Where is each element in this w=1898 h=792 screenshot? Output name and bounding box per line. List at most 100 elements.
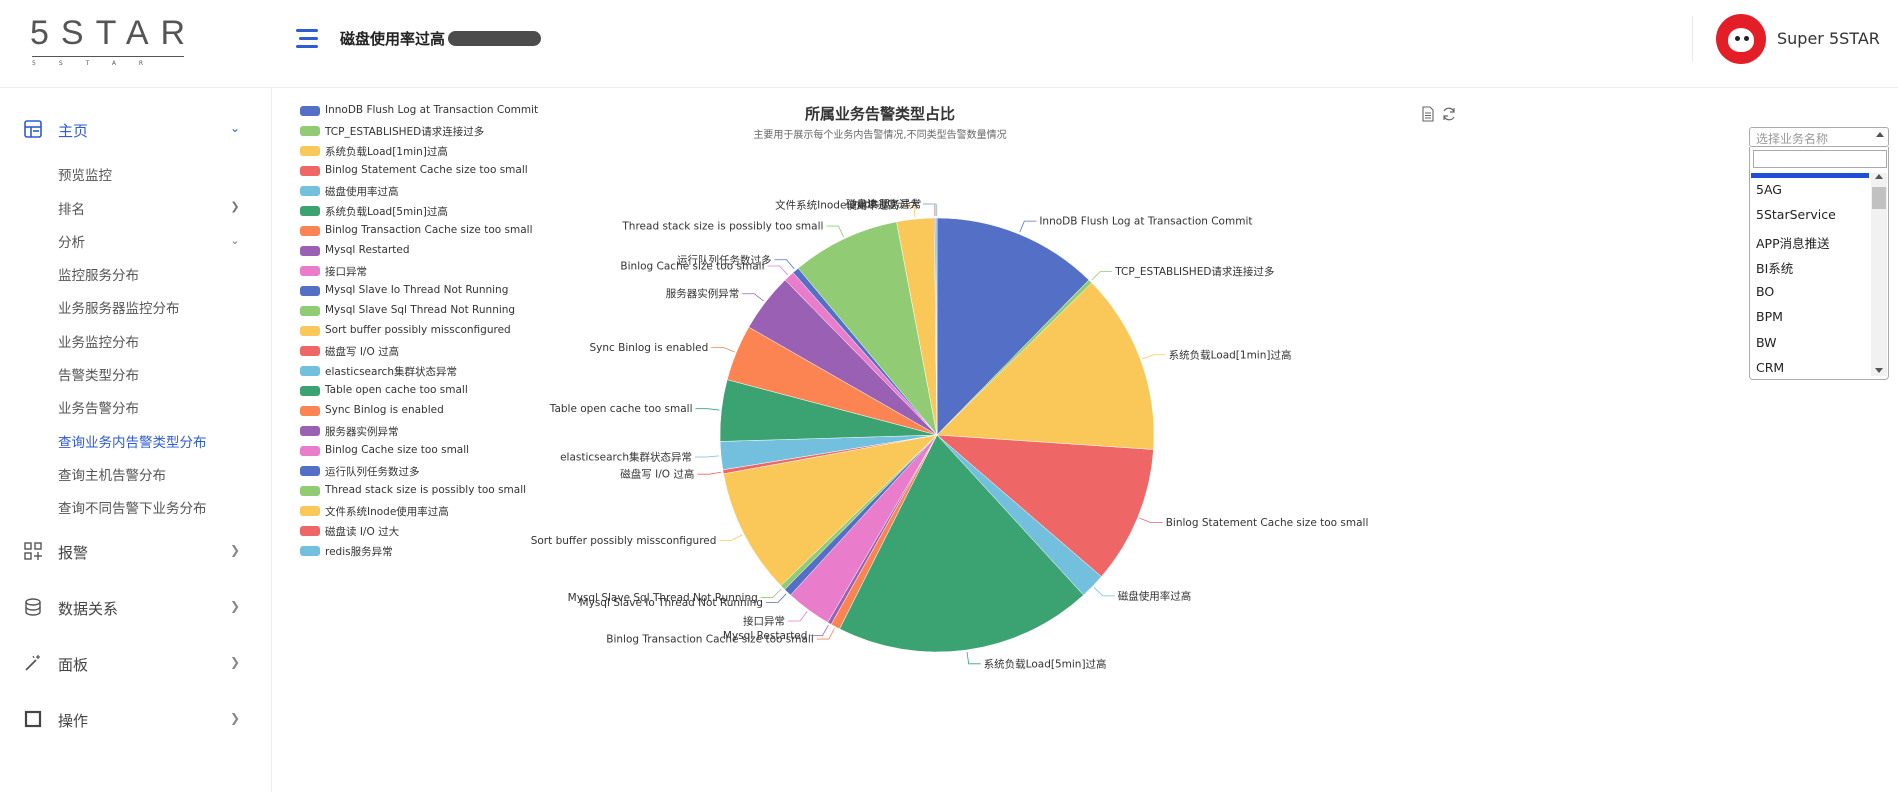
- logo[interactable]: 5STAR 5STAR: [30, 14, 190, 68]
- slice-label: Table open cache too small: [549, 403, 693, 415]
- legend-swatch: [300, 506, 320, 516]
- scroll-down-icon[interactable]: [1875, 368, 1883, 373]
- dropdown-search-input[interactable]: [1753, 150, 1887, 168]
- chart-title: 所属业务告警类型占比: [804, 105, 955, 123]
- sidebar-item-panel[interactable]: 面板 ❯: [0, 643, 271, 683]
- dropdown-option[interactable]: 5AG: [1756, 182, 1782, 197]
- dropdown-option[interactable]: BW: [1756, 335, 1777, 350]
- slice-label-line: [922, 203, 936, 217]
- slice-label: 运行队列任务数过多: [677, 253, 772, 266]
- dropdown-highlighted-option[interactable]: [1751, 173, 1869, 178]
- avatar[interactable]: [1716, 14, 1766, 64]
- sidebar-item-label: 数据关系: [58, 600, 119, 618]
- legend-swatch: [300, 126, 320, 136]
- slice-label: Sync Binlog is enabled: [590, 342, 709, 354]
- slice-label-line: [1019, 220, 1037, 233]
- slice-label-line: [1142, 354, 1166, 360]
- dropdown-option[interactable]: BO: [1756, 284, 1774, 299]
- sidebar-item-label: 主页: [58, 122, 89, 140]
- legend-label: Mysql Restarted: [325, 244, 410, 256]
- legend-swatch: [300, 366, 320, 376]
- legend-swatch: [300, 346, 320, 356]
- slice-label: 接口异常: [743, 615, 785, 628]
- magic-wand-icon: [25, 655, 40, 671]
- sidebar-item-operation[interactable]: 操作 ❯: [0, 699, 271, 739]
- slice-label: InnoDB Flush Log at Transaction Commit: [1039, 216, 1252, 228]
- sidebar-item-label: 操作: [58, 712, 89, 730]
- legend-label: Mysql Slave Io Thread Not Running: [325, 284, 509, 296]
- sidebar-subitem-alarm-type[interactable]: 告警类型分布: [58, 364, 139, 390]
- scroll-up-icon[interactable]: [1875, 174, 1883, 179]
- legend-swatch: [300, 446, 320, 456]
- slice-label-line: [1093, 587, 1115, 597]
- slice-label: Mysql Slave Sql Thread Not Running: [568, 592, 758, 604]
- data-view-icon[interactable]: [1420, 106, 1436, 122]
- sidebar: 主页 ⌄ 预览监控 排名 ❯ 分析 ⌄ 监控服务分布 业务服务器监控分布 业务监…: [0, 88, 272, 792]
- sidebar-item-alarm[interactable]: 报警 ❯: [0, 531, 271, 571]
- slice-label-line: [767, 265, 788, 276]
- sidebar-subitem-biz-monitor[interactable]: 业务监控分布: [58, 331, 139, 357]
- logo-text: 5STAR: [30, 14, 198, 52]
- slice-label-line: [774, 259, 795, 270]
- dropdown-option[interactable]: 5StarService: [1756, 207, 1836, 222]
- grid-plus-icon: [24, 542, 42, 560]
- legend-swatch: [300, 106, 320, 116]
- legend-swatch: [300, 286, 320, 296]
- dashboard-icon: [24, 120, 42, 138]
- scrollbar-thumb[interactable]: [1872, 187, 1886, 209]
- legend-swatch: [300, 426, 320, 436]
- legend-label: 接口异常: [325, 266, 367, 278]
- sidebar-subitem-biz-alarm-type[interactable]: 查询业务内告警类型分布: [58, 431, 207, 457]
- dropdown-option[interactable]: BI系统: [1756, 258, 1793, 277]
- sidebar-subitem-biz-server[interactable]: 业务服务器监控分布: [58, 297, 180, 323]
- legend-swatch: [300, 546, 320, 556]
- legend-label: 运行队列任务数过多: [325, 466, 420, 478]
- sidebar-item-data-relation[interactable]: 数据关系 ❯: [0, 587, 271, 627]
- legend-swatch: [300, 266, 320, 276]
- chevron-right-icon: ❯: [229, 599, 241, 613]
- sidebar-subitem-preview[interactable]: 预览监控: [58, 164, 112, 190]
- slice-label: TCP_ESTABLISHED请求连接过多: [1114, 265, 1274, 278]
- dropdown-option[interactable]: APP消息推送: [1756, 233, 1830, 252]
- legend-label: Sort buffer possibly missconfigured: [325, 324, 511, 336]
- business-select[interactable]: 选择业务名称: [1749, 127, 1889, 147]
- legend-swatch: [300, 246, 320, 256]
- username[interactable]: Super 5STAR: [1777, 29, 1880, 48]
- legend-label: Binlog Statement Cache size too small: [325, 164, 528, 176]
- menu-toggle-icon[interactable]: [296, 29, 318, 49]
- legend-label: TCP_ESTABLISHED请求连接过多: [325, 126, 485, 138]
- slice-label: Thread stack size is possibly too small: [621, 221, 823, 233]
- legend-label: InnoDB Flush Log at Transaction Commit: [325, 104, 539, 116]
- logo-underline: [32, 56, 184, 57]
- logo-subtext: 5STAR: [32, 60, 167, 67]
- sidebar-subitem-analysis[interactable]: 分析: [58, 231, 85, 257]
- slice-label: Binlog Statement Cache size too small: [1166, 517, 1369, 529]
- slice-label-line: [695, 455, 720, 458]
- slice-label-line: [719, 534, 743, 541]
- sidebar-subitem-alarm-biz[interactable]: 查询不同告警下业务分布: [58, 497, 207, 523]
- top-header: 5STAR 5STAR 磁盘使用率过高 Super 5STAR: [0, 0, 1898, 88]
- slice-label-line: [711, 346, 735, 353]
- refresh-icon[interactable]: [1441, 106, 1457, 122]
- dropdown-scrollbar[interactable]: [1871, 173, 1887, 376]
- sidebar-item-home[interactable]: 主页 ⌄: [0, 109, 271, 149]
- dropdown-option[interactable]: CRM: [1756, 360, 1784, 375]
- select-placeholder: 选择业务名称: [1756, 132, 1829, 146]
- sidebar-subitem-biz-alarm[interactable]: 业务告警分布: [58, 397, 139, 423]
- sidebar-subitem-ranking[interactable]: 排名: [58, 198, 85, 224]
- legend-swatch: [300, 186, 320, 196]
- legend-swatch: [300, 226, 320, 236]
- dropdown-option[interactable]: BPM: [1756, 309, 1783, 324]
- legend-label: 磁盘写 I/O 过高: [325, 346, 400, 358]
- slice-label-line: [826, 225, 844, 238]
- caret-up-icon: [1876, 132, 1884, 137]
- legend-label: 系统负载Load[1min]过高: [325, 146, 448, 158]
- chevron-down-icon: ⌄: [230, 234, 240, 247]
- legend-swatch: [300, 486, 320, 496]
- slice-label-line: [760, 588, 782, 598]
- sidebar-subitem-host-alarm[interactable]: 查询主机告警分布: [58, 464, 166, 490]
- legend-swatch: [300, 526, 320, 536]
- select-dropdown: 5AG 5StarService APP消息推送 BI系统 BO BPM BW …: [1749, 147, 1889, 380]
- sidebar-subitem-monitor-service[interactable]: 监控服务分布: [58, 264, 139, 290]
- chevron-right-icon: ❯: [229, 543, 241, 557]
